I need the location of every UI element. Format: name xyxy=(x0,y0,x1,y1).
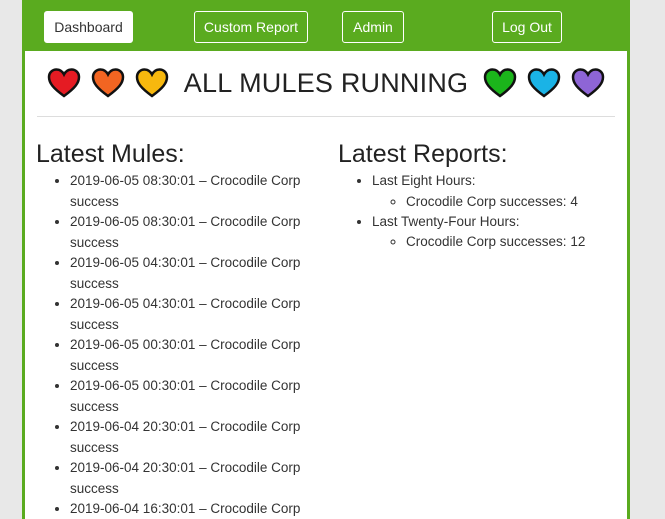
mule-timestamp: 2019-06-04 20:30:01 – Crocodile Corp xyxy=(70,419,301,434)
mule-status: success xyxy=(70,193,119,209)
mule-status: success xyxy=(70,316,119,332)
report-group-label: Last Twenty-Four Hours: xyxy=(372,213,520,229)
mule-timestamp: 2019-06-05 00:30:01 – Crocodile Corp xyxy=(70,378,301,393)
list-item: 2019-06-04 16:30:01 – Crocodile Corpsucc… xyxy=(70,499,320,519)
mule-status: success xyxy=(70,275,119,291)
mule-status: success xyxy=(70,234,119,250)
mule-status: success xyxy=(70,439,119,455)
report-detail: Crocodile Corp successes: 12 xyxy=(406,232,622,252)
list-item: 2019-06-05 00:30:01 – Crocodile Corp succ… xyxy=(70,376,320,417)
list-item: 2019-06-05 04:30:01 – Crocodile Corp succ… xyxy=(70,294,320,335)
list-item: 2019-06-05 00:30:01 – Crocodile Corp succ… xyxy=(70,335,320,376)
logout-button[interactable]: Log Out xyxy=(492,11,562,43)
latest-reports-title: Latest Reports: xyxy=(338,140,508,168)
report-detail: Crocodile Corp successes: 4 xyxy=(406,192,622,212)
report-sublist: Crocodile Corp successes: 4 xyxy=(372,192,622,212)
mule-status: success xyxy=(70,480,119,496)
mule-status: success xyxy=(70,398,119,414)
list-item: 2019-06-04 20:30:01 – Crocodile Corp succ… xyxy=(70,458,320,499)
status-banner: ALL MULES RUNNING xyxy=(25,51,627,115)
red-heart-icon xyxy=(47,68,81,98)
latest-reports-list: Last Eight Hours: Crocodile Corp success… xyxy=(372,171,622,252)
mule-timestamp: 2019-06-05 04:30:01 – Crocodile Corp xyxy=(70,255,301,270)
dashboard-button[interactable]: Dashboard xyxy=(44,11,133,43)
divider xyxy=(37,116,615,117)
latest-mules-list: 2019-06-05 08:30:01 – Crocodile Corp succ… xyxy=(70,171,320,519)
mule-timestamp: 2019-06-04 16:30:01 – Crocodile Corp xyxy=(70,501,301,516)
list-item: 2019-06-05 08:30:01 – Crocodile Corp succ… xyxy=(70,171,320,212)
report-group: Last Twenty-Four Hours: Crocodile Corp s… xyxy=(372,212,622,253)
top-nav: Dashboard Custom Report Admin Log Out xyxy=(22,0,630,51)
mule-timestamp: 2019-06-04 20:30:01 – Crocodile Corp xyxy=(70,460,301,475)
green-heart-icon xyxy=(483,68,517,98)
yellow-heart-icon xyxy=(135,68,169,98)
mule-status: success xyxy=(70,357,119,373)
purple-heart-icon xyxy=(571,68,605,98)
blue-heart-icon xyxy=(527,68,561,98)
admin-button[interactable]: Admin xyxy=(342,11,404,43)
status-title: ALL MULES RUNNING xyxy=(183,67,469,98)
list-item: 2019-06-05 04:30:01 – Crocodile Corp succ… xyxy=(70,253,320,294)
mule-timestamp: 2019-06-05 08:30:01 – Crocodile Corp xyxy=(70,214,301,229)
mule-timestamp: 2019-06-05 08:30:01 – Crocodile Corp xyxy=(70,173,301,188)
mule-timestamp: 2019-06-05 00:30:01 – Crocodile Corp xyxy=(70,337,301,352)
app-frame: Dashboard Custom Report Admin Log Out AL… xyxy=(22,0,630,519)
latest-mules-title: Latest Mules: xyxy=(36,140,185,168)
custom-report-button[interactable]: Custom Report xyxy=(194,11,308,43)
report-group-label: Last Eight Hours: xyxy=(372,173,476,188)
list-item: 2019-06-04 20:30:01 – Crocodile Corp succ… xyxy=(70,417,320,458)
dashboard-panel: ALL MULES RUNNING Latest Mules: 2019-06-… xyxy=(25,51,627,519)
report-group: Last Eight Hours: Crocodile Corp success… xyxy=(372,171,622,212)
orange-heart-icon xyxy=(91,68,125,98)
mule-timestamp: 2019-06-05 04:30:01 – Crocodile Corp xyxy=(70,296,301,311)
list-item: 2019-06-05 08:30:01 – Crocodile Corp succ… xyxy=(70,212,320,253)
report-sublist: Crocodile Corp successes: 12 xyxy=(372,232,622,252)
